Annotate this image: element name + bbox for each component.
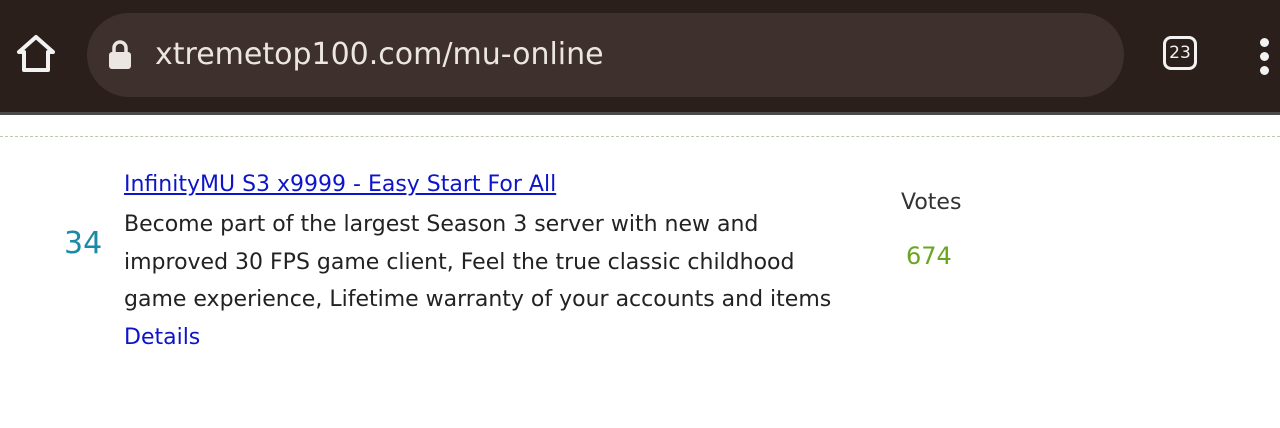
server-description: Become part of the largest Season 3 serv… [124, 206, 844, 356]
details-link[interactable]: Details [124, 325, 200, 350]
tab-count: 23 [1169, 43, 1191, 63]
home-button[interactable] [12, 30, 60, 78]
lock-icon [109, 40, 131, 69]
home-icon [17, 35, 55, 72]
browser-toolbar: xtremetop100.com/mu-online 23 [0, 0, 1280, 112]
address-bar[interactable]: xtremetop100.com/mu-online [87, 13, 1124, 97]
url-text[interactable]: xtremetop100.com/mu-online [155, 33, 604, 77]
listing-separator [0, 136, 1280, 137]
votes-label: Votes [901, 190, 962, 215]
toolbar-divider [0, 112, 1280, 115]
votes-count: 674 [906, 242, 952, 270]
more-menu-button[interactable] [1250, 34, 1280, 78]
rank-number: 34 [64, 226, 103, 261]
tab-switcher-button[interactable]: 23 [1163, 36, 1197, 70]
description-text: Become part of the largest Season 3 serv… [124, 212, 832, 312]
server-title-link[interactable]: InfinityMU S3 x9999 - Easy Start For All [124, 170, 556, 200]
